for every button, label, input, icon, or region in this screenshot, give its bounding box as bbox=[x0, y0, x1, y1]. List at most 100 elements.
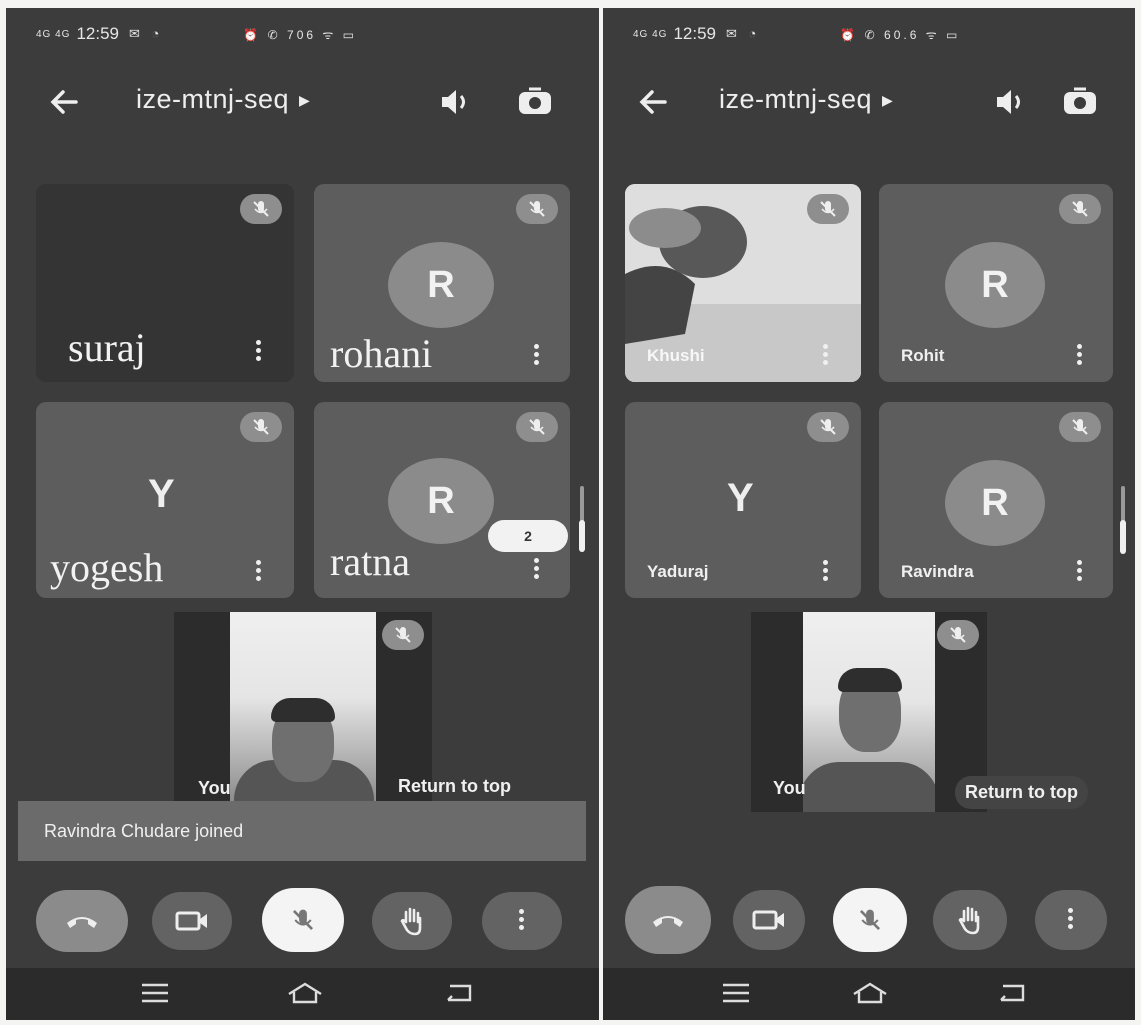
microphone-button[interactable] bbox=[833, 888, 907, 952]
microphone-button[interactable] bbox=[262, 888, 344, 952]
self-video bbox=[803, 612, 935, 812]
meeting-top-bar: ize-mtnj-seq ▶ bbox=[6, 80, 599, 126]
system-icons: ⏰ ✆ 706 ᯤ ▭ bbox=[243, 27, 358, 42]
notification-icons: ✉ ◔ bbox=[129, 26, 164, 41]
mic-off-icon bbox=[516, 194, 558, 224]
camera-button[interactable] bbox=[733, 890, 805, 950]
more-icon[interactable] bbox=[1077, 560, 1083, 584]
mic-off-icon bbox=[240, 194, 282, 224]
menu-icon[interactable] bbox=[721, 980, 751, 1011]
self-view-tile[interactable]: You bbox=[751, 612, 987, 812]
more-icon[interactable] bbox=[534, 344, 540, 368]
participant-name: suraj bbox=[68, 325, 146, 370]
participant-name: Khushi bbox=[647, 346, 705, 365]
participant-tile[interactable]: R rohani bbox=[314, 184, 570, 382]
participant-tile[interactable]: Khushi bbox=[625, 184, 861, 382]
more-icon[interactable] bbox=[256, 340, 262, 364]
participant-tile[interactable]: Y Yaduraj bbox=[625, 402, 861, 598]
more-icon bbox=[1068, 908, 1074, 932]
meeting-code: ize-mtnj-seq bbox=[136, 84, 290, 114]
switch-camera-icon[interactable] bbox=[1061, 86, 1099, 123]
more-icon[interactable] bbox=[534, 558, 540, 582]
participant-name: Ravindra bbox=[901, 562, 974, 581]
system-nav-bar bbox=[6, 968, 599, 1020]
mic-off-icon bbox=[937, 620, 979, 650]
mic-off-icon bbox=[1059, 194, 1101, 224]
home-icon[interactable] bbox=[286, 980, 324, 1011]
end-call-button[interactable] bbox=[625, 886, 711, 954]
more-icon[interactable] bbox=[256, 560, 262, 584]
scrollbar-thumb[interactable] bbox=[1120, 520, 1126, 554]
raise-hand-button[interactable] bbox=[372, 892, 452, 950]
avatar: R bbox=[945, 460, 1045, 546]
participant-name: ratna bbox=[330, 539, 410, 584]
participant-tile[interactable]: R Ravindra bbox=[879, 402, 1113, 598]
self-video bbox=[230, 612, 376, 802]
self-label: You bbox=[198, 778, 231, 798]
clock: 12:59 bbox=[673, 24, 717, 43]
speaker-icon[interactable] bbox=[438, 86, 472, 123]
more-participants-badge[interactable]: 2 bbox=[488, 520, 568, 552]
menu-icon[interactable] bbox=[140, 980, 170, 1011]
phone-screen-right: 4G 4G 12:59 ✉ ◔ ⏰ ✆ 60.6 ᯤ ▭ ize-mtnj-se… bbox=[603, 8, 1135, 1020]
camera-icon bbox=[752, 910, 784, 930]
return-to-top-button[interactable]: Return to top bbox=[398, 776, 511, 797]
avatar-initial: Y bbox=[727, 476, 754, 520]
home-icon[interactable] bbox=[851, 980, 889, 1011]
end-call-button[interactable] bbox=[36, 890, 128, 952]
mic-off-icon bbox=[292, 909, 314, 931]
more-icon[interactable] bbox=[823, 560, 829, 584]
back-icon[interactable] bbox=[997, 980, 1027, 1011]
back-icon[interactable] bbox=[444, 980, 474, 1011]
mic-off-icon bbox=[240, 412, 282, 442]
clock: 12:59 bbox=[76, 24, 120, 43]
participant-tile[interactable]: suraj bbox=[36, 184, 294, 382]
raise-hand-icon bbox=[400, 907, 422, 936]
self-view-tile[interactable]: You bbox=[174, 612, 432, 802]
meeting-top-bar: ize-mtnj-seq ▶ bbox=[603, 80, 1135, 126]
meeting-code: ize-mtnj-seq bbox=[719, 84, 873, 114]
status-bar: 4G 4G 12:59 ✉ ◔ ⏰ ✆ 60.6 ᯤ ▭ bbox=[633, 22, 1115, 46]
avatar: R bbox=[945, 242, 1045, 328]
back-arrow-icon[interactable] bbox=[50, 80, 78, 137]
camera-button[interactable] bbox=[152, 892, 232, 950]
avatar-initial: Y bbox=[148, 472, 175, 516]
phone-screen-left: 4G 4G 12:59 ✉ ◔ ⏰ ✆ 706 ᯤ ▭ ize-mtnj-seq… bbox=[6, 8, 599, 1020]
system-icons: ⏰ ✆ 60.6 ᯤ ▭ bbox=[840, 27, 961, 42]
more-icon[interactable] bbox=[1077, 344, 1083, 368]
signal-indicator: 4G 4G bbox=[36, 28, 71, 40]
avatar: R bbox=[388, 458, 494, 544]
status-bar: 4G 4G 12:59 ✉ ◔ ⏰ ✆ 706 ᯤ ▭ bbox=[36, 22, 579, 46]
participant-tile[interactable]: R ratna bbox=[314, 402, 570, 598]
more-options-button[interactable] bbox=[482, 892, 562, 950]
participant-tile[interactable]: Y yogesh bbox=[36, 402, 294, 598]
avatar: R bbox=[388, 242, 494, 328]
mic-off-icon bbox=[516, 412, 558, 442]
raise-hand-button[interactable] bbox=[933, 890, 1007, 950]
back-arrow-icon[interactable] bbox=[639, 80, 667, 137]
end-call-icon bbox=[67, 917, 97, 928]
notification-icons: ✉ ◔ bbox=[726, 26, 761, 41]
return-to-top-button[interactable]: Return to top bbox=[955, 776, 1088, 809]
participant-name: Rohit bbox=[901, 346, 945, 365]
speaker-icon[interactable] bbox=[993, 86, 1027, 123]
participant-name: rohani bbox=[330, 331, 433, 376]
meeting-code-button[interactable]: ize-mtnj-seq ▶ bbox=[719, 84, 893, 115]
chevron-right-icon: ▶ bbox=[882, 92, 894, 109]
mic-off-icon bbox=[1059, 412, 1101, 442]
more-icon bbox=[519, 909, 525, 933]
meeting-code-button[interactable]: ize-mtnj-seq ▶ bbox=[136, 84, 310, 115]
scrollbar-thumb[interactable] bbox=[579, 520, 585, 552]
mic-off-icon bbox=[382, 620, 424, 650]
participant-name: yogesh bbox=[50, 545, 164, 590]
camera-icon bbox=[175, 911, 207, 931]
more-icon[interactable] bbox=[823, 344, 829, 368]
participant-tile[interactable]: R Rohit bbox=[879, 184, 1113, 382]
switch-camera-icon[interactable] bbox=[516, 86, 554, 123]
more-options-button[interactable] bbox=[1035, 890, 1107, 950]
chevron-right-icon: ▶ bbox=[299, 92, 311, 109]
end-call-icon bbox=[653, 916, 683, 927]
mic-off-icon bbox=[807, 194, 849, 224]
mic-off-icon bbox=[807, 412, 849, 442]
signal-indicator: 4G 4G bbox=[633, 28, 668, 40]
